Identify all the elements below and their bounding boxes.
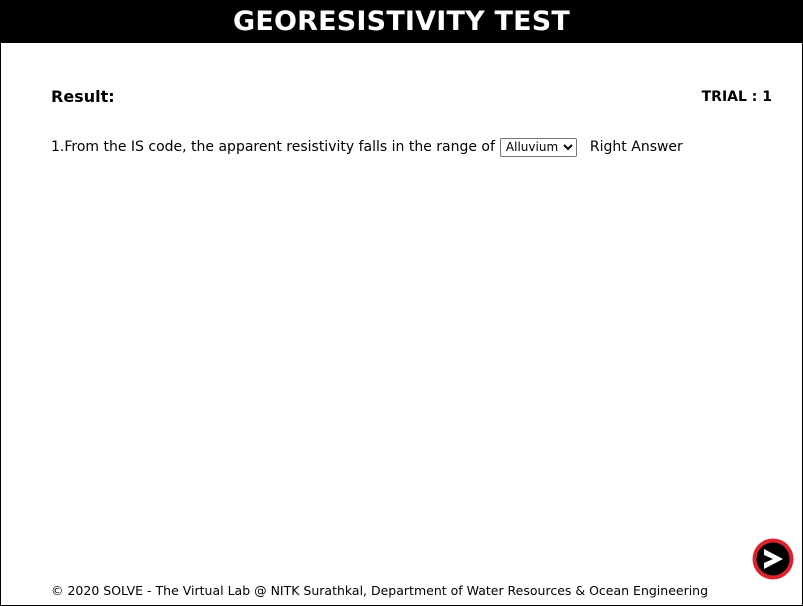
question-row: 1.From the IS code, the apparent resisti…	[51, 137, 683, 157]
question-text: 1.From the IS code, the apparent resisti…	[51, 139, 495, 155]
header-bar: GEORESISTIVITY TEST	[1, 1, 802, 43]
answer-select[interactable]: Alluvium	[499, 137, 577, 157]
trial-label: TRIAL : 1	[701, 89, 772, 105]
next-button[interactable]	[751, 537, 795, 581]
page-title: GEORESISTIVITY TEST	[232, 6, 571, 37]
feedback-text: Right Answer	[589, 139, 683, 155]
arrow-right-icon	[752, 538, 794, 580]
lab-frame: GEORESISTIVITY TEST Result: TRIAL : 1 1.…	[0, 0, 803, 606]
result-label: Result:	[51, 87, 115, 106]
footer-copyright: © 2020 SOLVE - The Virtual Lab @ NITK Su…	[51, 583, 709, 598]
